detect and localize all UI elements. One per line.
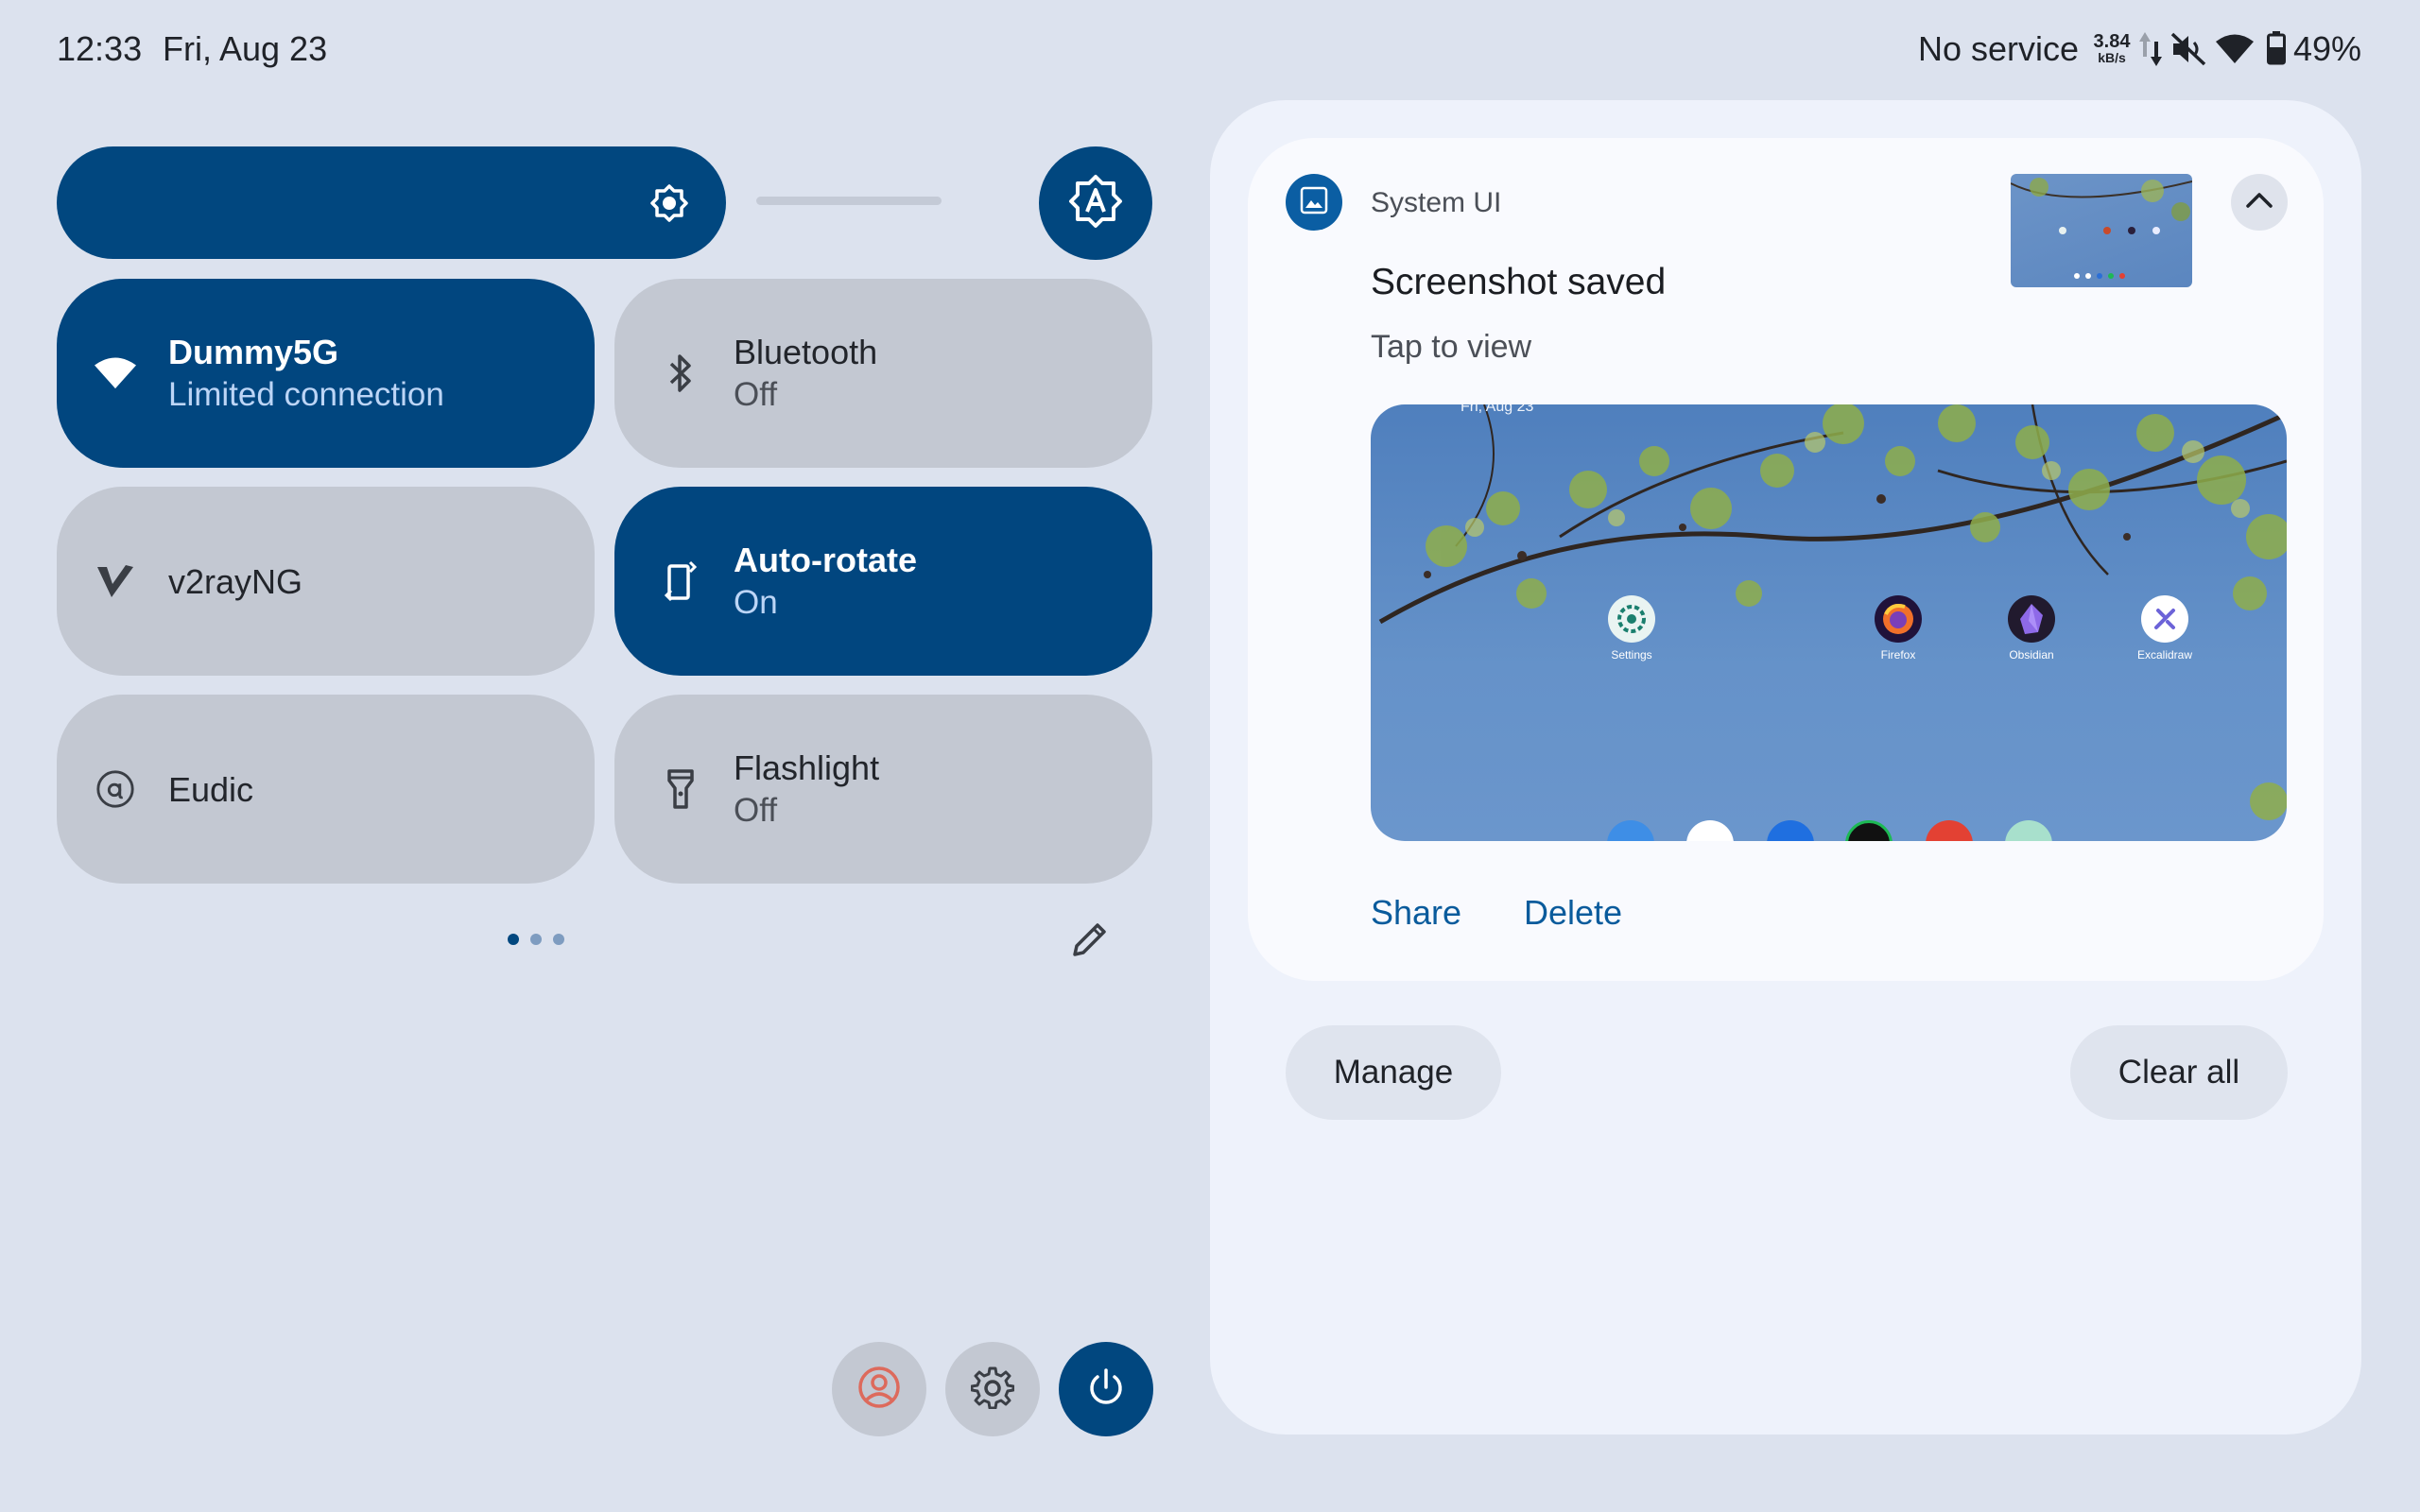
auto-brightness-icon: [1068, 174, 1123, 233]
network-speed: 3.84 kB/s: [2087, 32, 2136, 64]
tile-bluetooth-title: Bluetooth: [734, 332, 878, 371]
wifi-icon: [95, 352, 136, 394]
manage-button[interactable]: Manage: [1286, 1025, 1501, 1120]
image-icon: [1299, 185, 1329, 220]
firefox-app-icon: [1875, 595, 1922, 643]
delete-button[interactable]: Delete: [1524, 893, 1622, 933]
data-arrows-icon: [2138, 30, 2163, 73]
auto-brightness-button[interactable]: [1039, 146, 1152, 260]
collapse-notification-button[interactable]: [2231, 174, 2288, 231]
tile-bluetooth[interactable]: Bluetooth Off: [614, 279, 1152, 468]
edit-tiles-icon[interactable]: [1069, 919, 1111, 965]
tile-bluetooth-subtitle: Off: [734, 375, 778, 413]
notification-app-name: System UI: [1371, 187, 1502, 218]
preview-date: Fri, Aug 23: [1461, 404, 1534, 415]
tile-auto-rotate-title: Auto-rotate: [734, 540, 917, 579]
preview-app-obsidian-label: Obsidian: [2009, 648, 2054, 662]
brightness-slider[interactable]: [57, 146, 726, 259]
battery-icon: [2267, 31, 2286, 70]
status-time: 12:33: [57, 29, 143, 68]
preview-app-firefox: Firefox: [1872, 595, 1925, 662]
tile-v2rayng-title: v2rayNG: [168, 561, 303, 601]
screenshot-preview[interactable]: Fri, Aug 23 Settings Firefox Obsidian Ex…: [1371, 404, 2287, 841]
tile-flashlight[interactable]: Flashlight Off: [614, 695, 1152, 884]
system-ui-app-icon: [1286, 174, 1342, 231]
tile-v2rayng[interactable]: v2rayNG: [57, 487, 595, 676]
tile-flashlight-title: Flashlight: [734, 747, 880, 787]
brightness-icon: [649, 183, 689, 228]
tile-auto-rotate-subtitle: On: [734, 583, 778, 621]
rotate-icon: [660, 560, 701, 602]
notification-title: Screenshot saved: [1371, 262, 1667, 302]
power-icon: [1084, 1366, 1128, 1414]
preview-app-excalidraw-label: Excalidraw: [2136, 648, 2193, 662]
share-button[interactable]: Share: [1371, 893, 1461, 933]
power-button[interactable]: [1059, 1342, 1153, 1436]
tile-eudic-title: Eudic: [168, 769, 254, 809]
wifi-status-icon: [2216, 34, 2254, 69]
page-indicator-1[interactable]: [508, 934, 519, 945]
brightness-track[interactable]: [756, 197, 942, 205]
preview-app-settings-label: Settings: [1611, 648, 1652, 662]
settings-app-icon: [1608, 595, 1655, 643]
chevron-up-icon: [2245, 191, 2273, 215]
preview-app-firefox-label: Firefox: [1880, 648, 1916, 662]
network-speed-value: 3.84: [2093, 31, 2131, 52]
network-status: No service: [1918, 29, 2080, 68]
obsidian-app-icon: [2008, 595, 2055, 643]
status-date: Fri, Aug 23: [163, 29, 328, 68]
user-icon: [857, 1366, 901, 1414]
flashlight-icon: [660, 768, 701, 810]
user-switcher-button[interactable]: [832, 1342, 926, 1436]
battery-level: 49%: [2293, 29, 2362, 68]
tile-wifi[interactable]: Dummy5G Limited connection: [57, 279, 595, 468]
screenshot-thumbnail: [2011, 174, 2192, 287]
settings-icon: [970, 1366, 1015, 1414]
tile-wifi-subtitle: Limited connection: [168, 375, 444, 413]
tile-wifi-title: Dummy5G: [168, 332, 339, 371]
preview-app-excalidraw: Excalidraw: [2132, 595, 2198, 662]
mute-icon: [2170, 32, 2208, 71]
excalidraw-app-icon: [2141, 595, 2188, 643]
network-speed-unit: kB/s: [2098, 50, 2126, 65]
clear-all-button[interactable]: Clear all: [2070, 1025, 2288, 1120]
notification-text: Tap to view: [1371, 329, 1532, 365]
bluetooth-icon: [660, 352, 701, 394]
v2ray-icon: [95, 560, 136, 602]
tile-auto-rotate[interactable]: Auto-rotate On: [614, 487, 1152, 676]
preview-app-obsidian: Obsidian: [2005, 595, 2058, 662]
tile-flashlight-subtitle: Off: [734, 791, 778, 829]
page-indicator-2[interactable]: [530, 934, 542, 945]
page-indicator-3[interactable]: [553, 934, 564, 945]
eudic-icon: [95, 768, 136, 810]
tile-eudic[interactable]: Eudic: [57, 695, 595, 884]
preview-app-settings: Settings: [1605, 595, 1658, 662]
settings-button[interactable]: [945, 1342, 1040, 1436]
